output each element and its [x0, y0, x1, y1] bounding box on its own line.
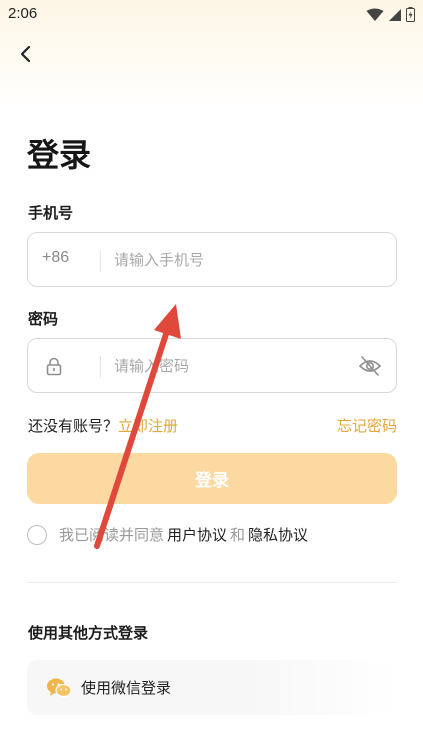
phone-label: 手机号: [28, 204, 74, 222]
section-divider: [27, 582, 397, 583]
eye-off-icon[interactable]: [358, 355, 382, 377]
agreement-prefix: 我已阅读并同意: [59, 526, 165, 544]
phone-input-box[interactable]: +86: [27, 232, 397, 287]
status-time: 2:06: [8, 5, 38, 22]
lock-divider: [100, 356, 101, 378]
other-login-title: 使用其他方式登录: [28, 624, 149, 642]
page-title: 登录: [27, 136, 92, 174]
password-input[interactable]: [114, 353, 344, 379]
status-bar: 2:06: [0, 0, 423, 30]
agreement-row: 我已阅读并同意 用户协议 和 隐私协议: [27, 524, 311, 545]
signal-icon: [389, 8, 401, 21]
wifi-icon: [366, 8, 384, 21]
forgot-password-link[interactable]: 忘记密码: [337, 415, 397, 436]
privacy-policy-link[interactable]: 隐私协议: [248, 524, 308, 545]
register-row: 还没有账号？立即注册: [28, 415, 178, 436]
phone-input[interactable]: [114, 247, 344, 273]
user-agreement-link[interactable]: 用户协议: [167, 524, 227, 545]
country-code-prefix[interactable]: +86: [42, 249, 69, 267]
register-prompt: 还没有账号？: [28, 417, 119, 435]
wechat-icon: [47, 678, 72, 698]
agreement-and: 和: [230, 526, 246, 544]
prefix-divider: [100, 250, 101, 272]
wechat-login-button[interactable]: 使用微信登录: [27, 660, 397, 715]
back-arrow-icon[interactable]: [14, 42, 38, 66]
lock-icon: [46, 357, 62, 376]
status-icons: [366, 7, 415, 22]
wechat-login-label: 使用微信登录: [81, 679, 172, 697]
password-input-box[interactable]: [27, 338, 397, 393]
battery-icon: [406, 7, 415, 22]
register-link[interactable]: 立即注册: [118, 417, 178, 435]
login-button[interactable]: 登录: [27, 453, 397, 504]
agreement-checkbox[interactable]: [27, 524, 47, 545]
password-label: 密码: [28, 310, 59, 328]
